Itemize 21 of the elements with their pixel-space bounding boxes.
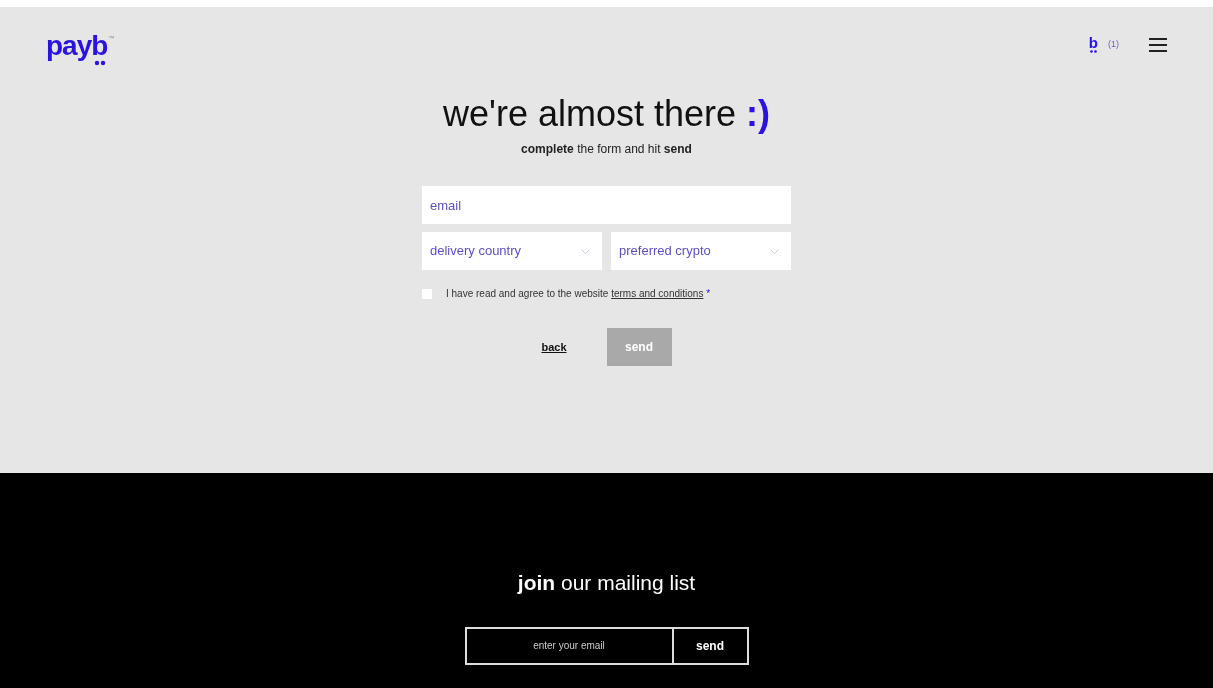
- dots-icon: [1089, 50, 1097, 53]
- form-subtitle: complete the form and hit send: [521, 141, 692, 158]
- chevron-down-icon: [770, 248, 779, 254]
- agreement-text: I have read and agree to the website terms and conditions *: [446, 287, 711, 301]
- mailing-list-title: join our mailing list: [517, 570, 696, 596]
- chevron-down-icon: [581, 248, 590, 254]
- cart-count: (1): [1108, 37, 1119, 51]
- email-field[interactable]: email: [422, 186, 791, 224]
- newsletter-send-button[interactable]: send: [673, 626, 749, 665]
- select-field[interactable]: delivery country: [422, 232, 602, 270]
- menu-icon[interactable]: [1149, 37, 1167, 52]
- terms-link[interactable]: terms and conditions: [611, 288, 704, 299]
- back-link[interactable]: back: [541, 338, 567, 356]
- logo[interactable]: payb: [46, 32, 108, 60]
- emoticon: :): [746, 92, 770, 136]
- checkbox[interactable]: [422, 288, 432, 299]
- form-title: we're almost there: [443, 92, 736, 136]
- dots-icon: [94, 60, 107, 66]
- cart-letter[interactable]: b: [1088, 36, 1098, 50]
- newsletter-email-field[interactable]: enter your email: [464, 626, 674, 665]
- select-field[interactable]: preferred crypto: [611, 232, 791, 270]
